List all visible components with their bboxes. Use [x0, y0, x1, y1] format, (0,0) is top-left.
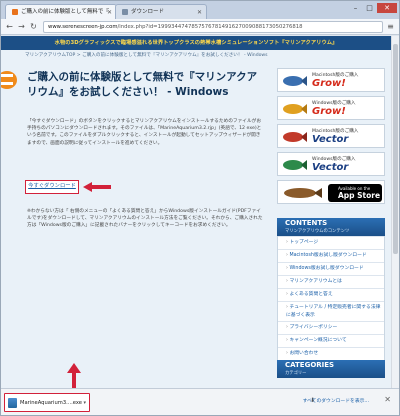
contents-title: CONTENTS: [285, 219, 328, 227]
app-store-badge: Available on the App Store: [328, 184, 382, 202]
tab-active[interactable]: ご購入の前に体験版として無料で『 ✕: [5, 4, 117, 19]
mac-vector-banner[interactable]: Macintosh版のご購入 Vector: [277, 124, 385, 148]
badge-store: Grow!: [312, 106, 346, 117]
browser-toolbar: ← → ↻ www.serenescreen-jp.com/index.php?…: [1, 19, 399, 35]
categories-title: CATEGORIES: [285, 361, 335, 369]
url-path: /index.php?id=19993447478575767814916270…: [117, 24, 303, 30]
download-item[interactable]: MarineAquarium3....exe ▾: [4, 393, 90, 412]
tab-label: ご購入の前に体験版として無料で『: [21, 9, 109, 15]
app-store-banner[interactable]: Available on the App Store: [277, 180, 385, 204]
tab-downloads[interactable]: ダウンロード ✕: [115, 4, 207, 19]
back-icon[interactable]: ←: [4, 21, 15, 32]
contents-item[interactable]: よくある質問と答え: [278, 288, 384, 301]
fish-decoration-icon: [1, 71, 17, 89]
tab-close-icon[interactable]: ✕: [197, 5, 202, 19]
favicon-icon: [12, 8, 18, 15]
fish-icon: [283, 160, 307, 170]
note-text: ※わからない方は「 右側のメニューの「よくある質問と答え」からWindows版イ…: [27, 209, 263, 229]
intro-text: 「今すぐダウンロード」のボタンをクリックするとマリンアクアリウムをインストールす…: [27, 119, 262, 146]
page-scrollbar[interactable]: [391, 36, 399, 388]
fish-icon: [283, 104, 307, 114]
url-host: www.serenescreen-jp.com: [48, 24, 118, 30]
tab-close-icon[interactable]: ✕: [107, 5, 112, 19]
breadcrumb: マリンアクアリウムTOP > ご購入の前に体験版として無料で『マリンアクアリウム…: [25, 53, 268, 58]
fish-icon: [283, 132, 307, 142]
download-file-name: MarineAquarium3....exe: [20, 400, 82, 406]
contents-item[interactable]: マリンアクアリウムとは: [278, 275, 384, 288]
minimize-icon[interactable]: –: [349, 3, 362, 13]
contents-list: トップページ Macintosh版お試し版ダウンロード Windows版お試し版…: [277, 236, 385, 361]
badge-store: Vector: [312, 134, 349, 145]
download-bar: MarineAquarium3....exe ▾ ⬇ すべてのダウンロードを表示…: [1, 388, 399, 415]
contents-item[interactable]: Macintosh版お試し版ダウンロード: [278, 249, 384, 262]
contents-item[interactable]: キャンペーン概況について: [278, 334, 384, 347]
download-now-button[interactable]: 今すぐダウンロード: [25, 180, 79, 194]
contents-item[interactable]: プライバシーポリシー: [278, 321, 384, 334]
contents-item[interactable]: チュートリアル / 特定販売者に関する法律に基づく表示: [278, 301, 384, 321]
tab-label: ダウンロード: [131, 9, 165, 15]
forward-icon[interactable]: →: [16, 21, 27, 32]
page-title: ご購入の前に体験版として無料で『マリンアクアリウム』をお試しください！ - Wi…: [27, 71, 258, 98]
red-arrow-icon: [83, 182, 111, 192]
win-vector-banner[interactable]: Windows版のご購入 Vector: [277, 152, 385, 176]
contents-item[interactable]: Windows版お試し版ダウンロード: [278, 262, 384, 275]
close-download-bar-icon[interactable]: ✕: [384, 395, 391, 404]
chevron-down-icon[interactable]: ▾: [83, 398, 86, 408]
reload-icon[interactable]: ↻: [28, 21, 39, 32]
badge-store: Vector: [312, 162, 349, 173]
categories-subtitle: カテゴリー: [285, 371, 307, 376]
site-banner: 水物の3Dグラフィックスで臨場感溢れる世界トップクラスの熱帯水槽シミュレーション…: [1, 36, 391, 50]
menu-icon[interactable]: ≡: [386, 22, 395, 32]
scrollbar-thumb[interactable]: [393, 44, 398, 254]
close-window-icon[interactable]: ✕: [377, 3, 397, 13]
badge-store: Grow!: [312, 78, 346, 89]
fish-icon: [283, 76, 307, 86]
categories-heading: CATEGORIES カテゴリー: [277, 360, 385, 378]
page-viewport: 水物の3Dグラフィックスで臨場感溢れる世界トップクラスの熱帯水槽シミュレーション…: [1, 36, 391, 388]
contents-item[interactable]: お問い合わせ: [278, 347, 384, 360]
contents-subtitle: マリンアクアリウムのコンテンツ: [285, 229, 350, 234]
maximize-icon[interactable]: □: [363, 3, 376, 13]
win-grow-banner[interactable]: Windows版のご購入 Grow!: [277, 96, 385, 120]
page-content: マリンアクアリウムTOP > ご購入の前に体験版として無料で『マリンアクアリウム…: [1, 50, 391, 388]
window-controls: – □ ✕: [349, 3, 397, 13]
contents-item[interactable]: トップページ: [278, 236, 384, 249]
show-all-downloads-link[interactable]: すべてのダウンロードを表示...: [303, 397, 369, 404]
download-tab-icon: [122, 8, 128, 15]
app-store-line2: App Store: [338, 191, 381, 200]
fish-icon: [284, 188, 322, 198]
contents-heading: CONTENTS マリンアクアリウムのコンテンツ: [277, 218, 385, 236]
installer-file-icon: [8, 398, 17, 408]
mac-grow-banner[interactable]: Macintosh版のご購入 Grow!: [277, 68, 385, 92]
browser-window: ご購入の前に体験版として無料で『 ✕ ダウンロード ✕ – □ ✕ ← → ↻ …: [0, 0, 400, 416]
tab-bar: ご購入の前に体験版として無料で『 ✕ ダウンロード ✕ – □ ✕: [1, 1, 399, 19]
address-bar[interactable]: www.serenescreen-jp.com/index.php?id=199…: [43, 21, 383, 33]
